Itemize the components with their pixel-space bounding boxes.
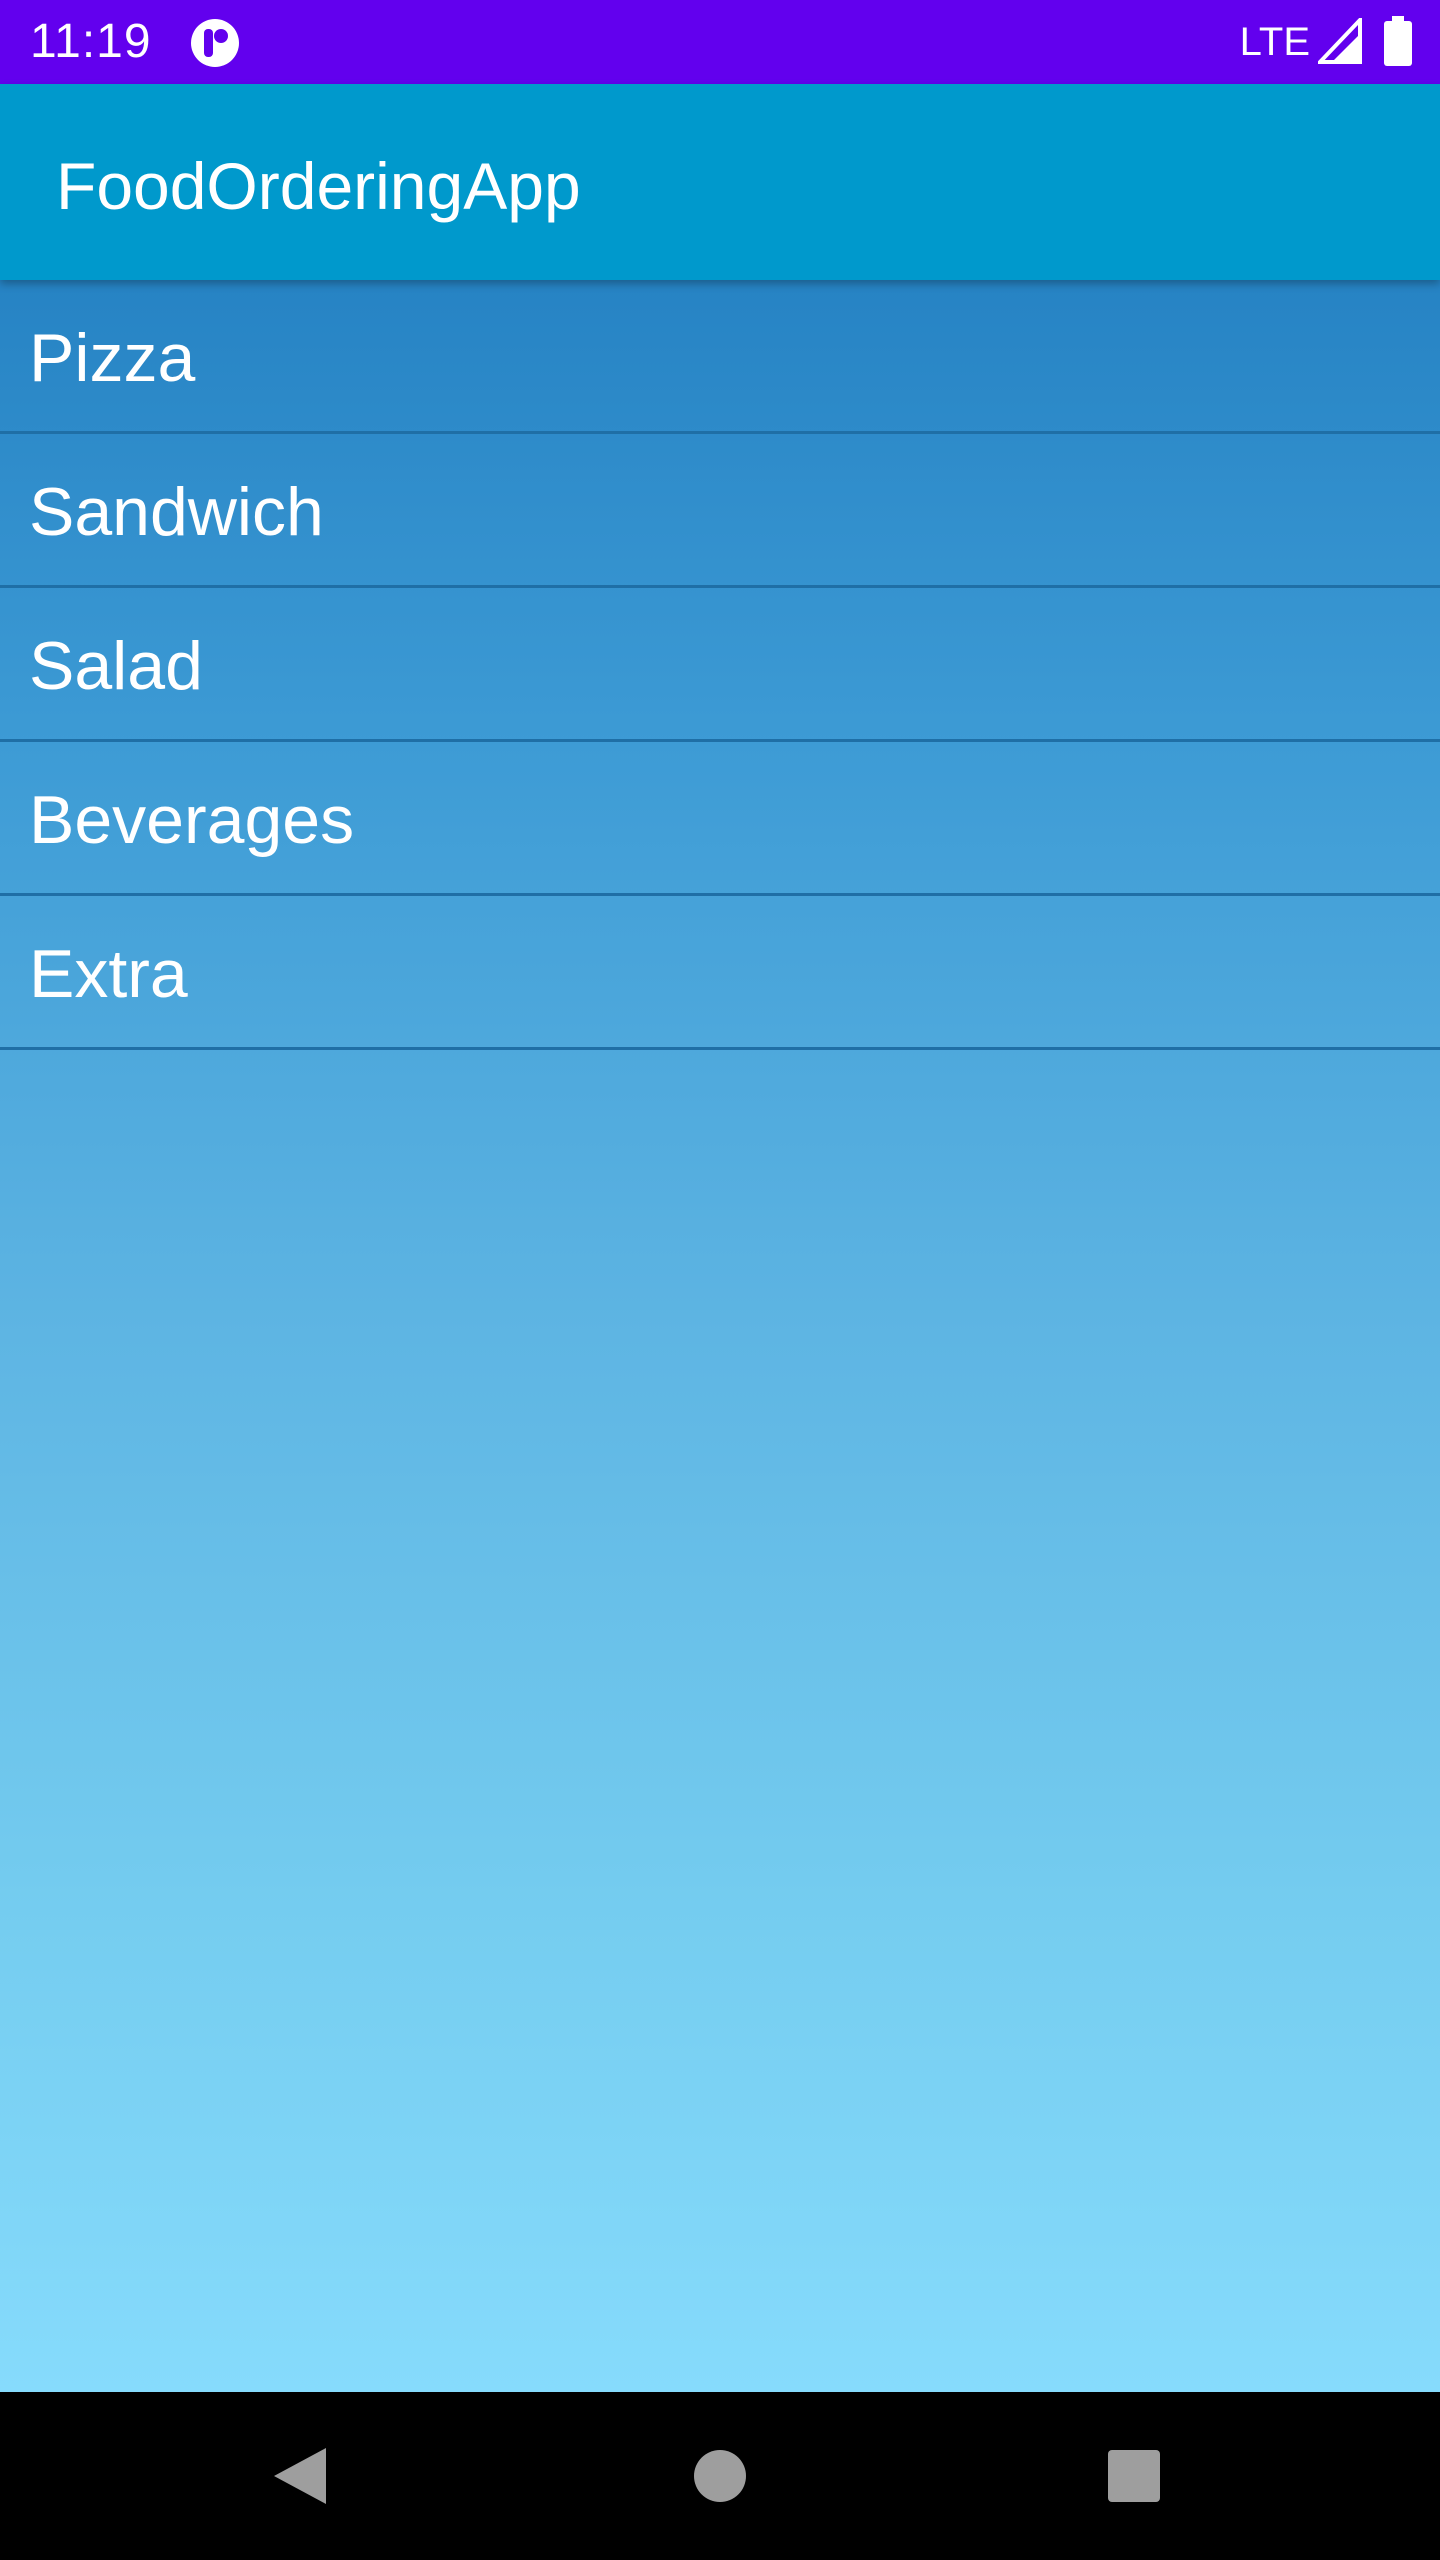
phone-screen: 11:19 LTE FoodOrderingApp Pizza Sandwich… bbox=[0, 0, 1440, 2560]
category-label: Sandwich bbox=[29, 474, 324, 550]
network-type: LTE bbox=[1239, 20, 1310, 64]
category-list: Pizza Sandwich Salad Beverages Extra bbox=[0, 280, 1440, 1050]
recents-square-icon[interactable] bbox=[1108, 2450, 1160, 2502]
home-circle-icon[interactable] bbox=[694, 2450, 746, 2502]
category-item-salad[interactable]: Salad bbox=[0, 588, 1440, 742]
category-label: Extra bbox=[29, 936, 188, 1012]
navigation-bar bbox=[0, 2392, 1440, 2560]
category-label: Beverages bbox=[29, 782, 355, 858]
category-label: Pizza bbox=[29, 320, 196, 396]
app-title: FoodOrderingApp bbox=[56, 149, 581, 223]
signal-icon bbox=[1315, 15, 1362, 64]
battery-icon bbox=[1384, 16, 1412, 66]
category-item-beverages[interactable]: Beverages bbox=[0, 742, 1440, 896]
category-label: Salad bbox=[29, 628, 203, 704]
main-content: Pizza Sandwich Salad Beverages Extra bbox=[0, 280, 1440, 2392]
category-item-extra[interactable]: Extra bbox=[0, 896, 1440, 1050]
category-item-pizza[interactable]: Pizza bbox=[0, 280, 1440, 434]
status-bar: 11:19 LTE bbox=[0, 0, 1440, 84]
notification-app-icon bbox=[190, 18, 240, 68]
category-item-sandwich[interactable]: Sandwich bbox=[0, 434, 1440, 588]
status-time: 11:19 bbox=[30, 15, 152, 68]
app-bar: FoodOrderingApp bbox=[0, 84, 1440, 280]
back-triangle-icon[interactable] bbox=[272, 2446, 328, 2506]
